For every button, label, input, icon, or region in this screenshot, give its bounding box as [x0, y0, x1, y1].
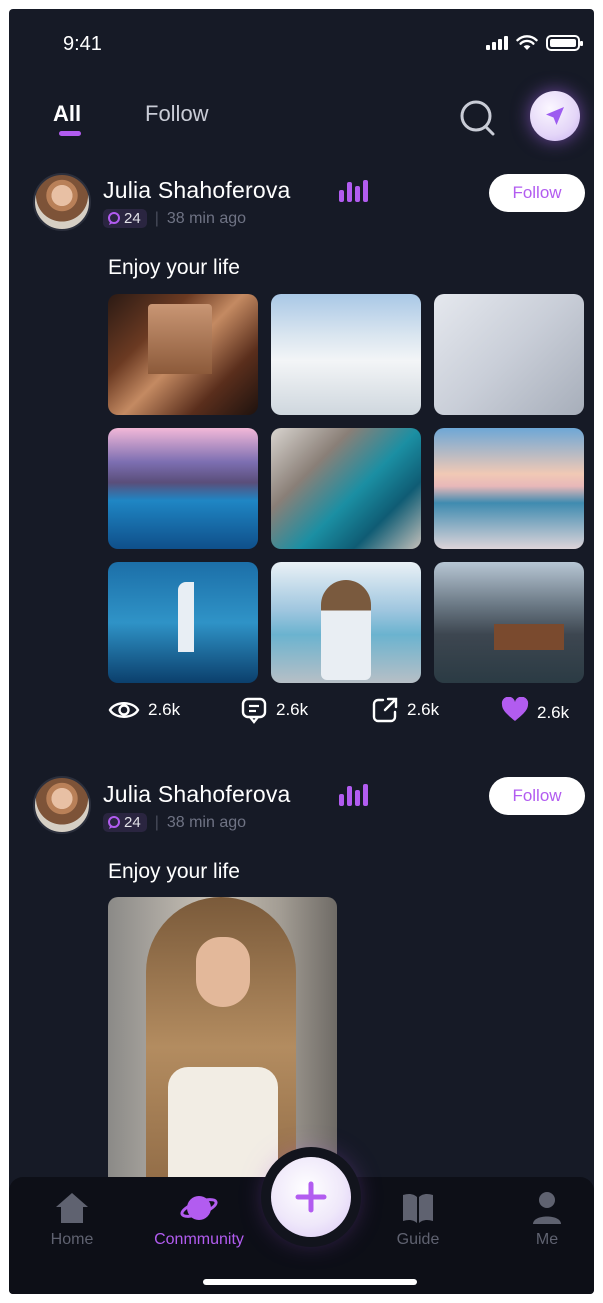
author-name[interactable]: Julia Shahoferova — [103, 177, 291, 204]
book-icon — [403, 1193, 433, 1223]
shares-stat[interactable]: 2.6k — [371, 696, 439, 724]
photo-santorini[interactable] — [271, 294, 421, 415]
follow-button[interactable]: Follow — [489, 777, 585, 815]
search-icon — [460, 100, 495, 136]
photo-mountain-lake[interactable] — [108, 428, 258, 549]
signal-icon — [486, 36, 508, 50]
photo-burj-al-arab[interactable] — [108, 562, 258, 683]
post-photo-portrait[interactable] — [108, 897, 337, 1197]
tab-follow[interactable]: Follow — [145, 101, 209, 127]
battery-icon — [546, 35, 583, 51]
author-name[interactable]: Julia Shahoferova — [103, 781, 291, 808]
home-indicator — [203, 1279, 417, 1285]
badge-count: 24 — [124, 210, 141, 227]
comments-count: 2.6k — [276, 700, 309, 719]
comment-bubble-icon — [108, 211, 120, 225]
post-time: 38 min ago — [166, 209, 247, 227]
photo-photographer[interactable] — [271, 562, 421, 683]
follow-button[interactable]: Follow — [489, 174, 585, 212]
comments-stat[interactable]: 2.6k — [240, 696, 308, 724]
level-bars-icon — [339, 180, 368, 202]
nav-me[interactable]: Me — [492, 1189, 594, 1249]
plus-icon — [295, 1181, 327, 1213]
nav-home-label: Home — [50, 1231, 94, 1248]
nav-community-label: Conmmunity — [154, 1231, 244, 1248]
level-bars-icon — [339, 784, 368, 806]
send-button[interactable] — [530, 91, 580, 141]
search-button[interactable] — [457, 97, 499, 139]
home-icon — [56, 1193, 88, 1223]
comment-bubble-icon — [108, 815, 120, 829]
comment-icon — [241, 697, 267, 724]
heart-icon — [501, 697, 529, 721]
app-screen: 9:41 All Follow Julia Shahoferova 24 | 3… — [9, 9, 594, 1294]
nav-guide-label: Guide — [396, 1231, 440, 1248]
wifi-icon — [516, 35, 538, 50]
author-avatar[interactable] — [33, 173, 91, 231]
status-time: 9:41 — [63, 33, 102, 55]
share-icon — [372, 697, 398, 723]
likes-count: 2.6k — [537, 703, 570, 722]
meta-separator: | — [154, 209, 159, 227]
eye-icon — [108, 702, 140, 718]
photo-map-pins[interactable] — [434, 294, 584, 415]
nav-guide[interactable]: Guide — [363, 1189, 473, 1249]
post-meta: 24 | 38 min ago — [103, 813, 246, 832]
photo-mountain-cabin[interactable] — [434, 562, 584, 683]
views-stat[interactable]: 2.6k — [108, 698, 180, 722]
meta-separator: | — [154, 813, 159, 831]
photo-coastal-cliffs[interactable] — [271, 428, 421, 549]
send-icon — [546, 107, 564, 125]
photo-beach-sunset[interactable] — [434, 428, 584, 549]
post-time: 38 min ago — [166, 813, 247, 831]
nav-home[interactable]: Home — [17, 1189, 127, 1249]
badge-count: 24 — [124, 814, 141, 831]
shares-count: 2.6k — [407, 700, 440, 719]
post-caption: Enjoy your life — [108, 256, 240, 279]
create-post-button[interactable] — [271, 1157, 351, 1237]
likes-stat[interactable]: 2.6k — [501, 697, 569, 723]
comment-badge: 24 — [103, 813, 147, 832]
tab-all[interactable]: All — [53, 101, 81, 127]
planet-icon — [180, 1196, 218, 1220]
views-count: 2.6k — [148, 700, 181, 719]
post-caption: Enjoy your life — [108, 860, 240, 883]
post-meta: 24 | 38 min ago — [103, 209, 246, 228]
status-icons — [486, 35, 583, 51]
nav-community[interactable]: Conmmunity — [144, 1189, 254, 1249]
photo-grid — [108, 294, 584, 683]
photo-petra-canyon[interactable] — [108, 294, 258, 415]
user-icon — [533, 1192, 561, 1224]
nav-me-label: Me — [535, 1231, 559, 1248]
author-avatar[interactable] — [33, 776, 91, 834]
active-tab-indicator — [59, 131, 81, 136]
comment-badge: 24 — [103, 209, 147, 228]
